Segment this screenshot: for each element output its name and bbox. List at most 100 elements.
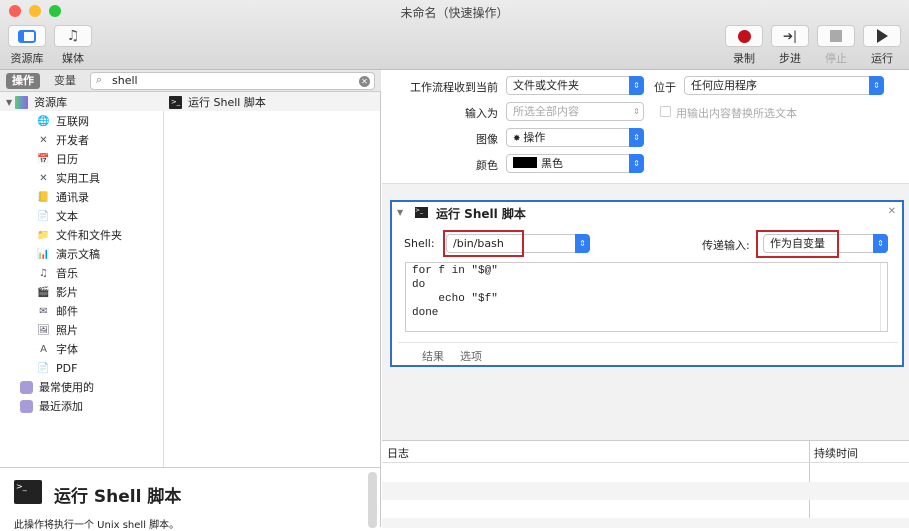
tree-label: 文本: [56, 210, 78, 223]
tree-label: 实用工具: [56, 172, 100, 185]
script-editor[interactable]: for f in "$@" do echo "$f" done: [405, 262, 888, 332]
play-icon: [876, 29, 888, 43]
tab-results[interactable]: 结果: [422, 348, 444, 364]
collapse-triangle-icon[interactable]: ▼: [397, 208, 403, 217]
tree-item-recently-added[interactable]: 最近添加: [0, 397, 163, 416]
application-popup[interactable]: 任何应用程序 ⇕: [684, 76, 884, 95]
tree-label: 开发者: [56, 134, 89, 147]
terminal-icon: >_: [415, 207, 428, 218]
description-scrollbar[interactable]: [368, 472, 377, 528]
record-label: 录制: [733, 52, 755, 65]
category-icon: 📒: [37, 192, 50, 203]
shell-label: Shell:: [404, 237, 435, 250]
tree-item[interactable]: 📄 PDF: [0, 359, 163, 378]
replace-label: 用输出内容替换所选文本: [676, 107, 797, 120]
tree-item[interactable]: ✉ 邮件: [0, 302, 163, 321]
tree-item[interactable]: 📄 文本: [0, 207, 163, 226]
replace-checkbox[interactable]: [660, 106, 671, 117]
tree-item-most-used[interactable]: 最常使用的: [0, 378, 163, 397]
tree-label: 日历: [56, 153, 78, 166]
tree-label: PDF: [56, 362, 78, 375]
action-result-run-shell-script[interactable]: >_ 运行 Shell 脚本: [169, 93, 266, 112]
category-icon: 📅: [37, 154, 50, 165]
tree-item[interactable]: A 字体: [0, 340, 163, 359]
color-swatch: [513, 157, 537, 168]
category-icon: 🎬: [37, 287, 50, 298]
tree-item[interactable]: 📒 通讯录: [0, 188, 163, 207]
window-toolbar: 未命名（快速操作） 资源库 ♫ 媒体 录制 ➔| 步进 停止 运行: [0, 0, 909, 70]
clear-search-icon[interactable]: ✕: [359, 76, 370, 87]
tree-item[interactable]: 🎬 影片: [0, 283, 163, 302]
pass-input-highlight-box: [756, 230, 839, 258]
category-icon: 📄: [37, 211, 50, 222]
search-field[interactable]: ⌕ shell ✕: [90, 72, 375, 90]
tree-item[interactable]: ♫ 音乐: [0, 264, 163, 283]
close-action-icon[interactable]: ✕: [888, 206, 896, 217]
category-icon: ✕: [39, 135, 48, 146]
tree-item[interactable]: ✕ 开发者: [0, 131, 163, 150]
smart-folder-icon: [20, 400, 33, 413]
action-title: 运行 Shell 脚本: [436, 207, 526, 221]
log-column-header[interactable]: 日志: [387, 445, 409, 461]
chevron-updown-icon: ⇕: [869, 76, 884, 95]
step-label: 步进: [779, 52, 801, 65]
color-popup[interactable]: 黑色 ⇕: [506, 154, 644, 173]
category-icon: A: [40, 344, 47, 355]
image-popup[interactable]: ✸ 操作 ⇕: [506, 128, 644, 147]
action-run-shell-script[interactable]: ▼ >_ 运行 Shell 脚本 ✕ Shell: /bin/bash ⇕ 传递输…: [390, 200, 904, 367]
media-button[interactable]: ♫: [54, 25, 92, 47]
input-label: 输入为: [465, 107, 498, 120]
category-icon: 📊: [37, 249, 50, 260]
tree-root-library[interactable]: ▼ 资源库: [0, 93, 163, 112]
tree-label: 邮件: [56, 305, 78, 318]
category-icon: ♫: [39, 268, 48, 279]
step-button[interactable]: ➔|: [771, 25, 809, 47]
chevron-updown-icon: ⇕: [633, 107, 640, 116]
tab-variables[interactable]: 变量: [48, 73, 82, 89]
tree-item[interactable]: 🖼 照片: [0, 321, 163, 340]
input-popup[interactable]: 所选全部内容 ⇕: [506, 102, 644, 121]
category-icon: ✕: [39, 173, 48, 184]
library-tabs: 操作 变量 ⌕ shell ✕: [0, 70, 381, 92]
description-panel: >_ 运行 Shell 脚本 此操作将执行一个 Unix shell 脚本。: [0, 467, 380, 531]
tree-label: 互联网: [56, 115, 89, 128]
category-icon: ✉: [39, 306, 48, 317]
tree-label: 最常使用的: [39, 381, 94, 394]
shell-highlight-box: [443, 230, 524, 257]
run-button[interactable]: [863, 25, 901, 47]
search-input[interactable]: shell: [112, 74, 138, 87]
chevron-updown-icon: ⇕: [629, 154, 644, 173]
duration-column-header[interactable]: 持续时间: [814, 445, 858, 461]
category-icon: 📁: [37, 230, 50, 241]
search-icon: ⌕: [96, 73, 103, 86]
receives-popup[interactable]: 文件或文件夹 ⇕: [506, 76, 644, 95]
tree-label: 影片: [56, 286, 78, 299]
tree-label: 音乐: [56, 267, 78, 280]
tree-label: 照片: [56, 324, 78, 337]
tree-item[interactable]: 🌐 互联网: [0, 112, 163, 131]
tree-item[interactable]: 📅 日历: [0, 150, 163, 169]
window-title: 未命名（快速操作）: [400, 6, 509, 20]
tree-label: 字体: [56, 343, 78, 356]
tab-options[interactable]: 选项: [460, 348, 482, 364]
chevron-updown-icon: ⇕: [575, 234, 590, 253]
record-button[interactable]: [725, 25, 763, 47]
workflow-area: 工作流程收到当前 文件或文件夹 ⇕ 位于 任何应用程序 ⇕ 输入为 所选全部内容 ⇕ …: [382, 70, 909, 440]
description-text: 此操作将执行一个 Unix shell 脚本。: [14, 520, 180, 531]
tree-item[interactable]: 📊 演示文稿: [0, 245, 163, 264]
log-table: 日志 持续时间: [382, 440, 909, 528]
tree-item[interactable]: ✕ 实用工具: [0, 169, 163, 188]
media-label: 媒体: [62, 52, 84, 65]
tree-label: 资源库: [34, 96, 68, 109]
library-icon: [15, 96, 29, 109]
category-icon: 🌐: [37, 116, 50, 127]
receives-label: 工作流程收到当前: [410, 81, 498, 94]
log-row: [382, 482, 909, 500]
sidebar-icon: [18, 29, 36, 43]
tree-item[interactable]: 📁 文件和文件夹: [0, 226, 163, 245]
stop-button[interactable]: [817, 25, 855, 47]
tab-actions[interactable]: 操作: [6, 73, 40, 89]
image-label: 图像: [476, 133, 498, 146]
disclosure-triangle-icon[interactable]: ▼: [6, 93, 12, 112]
library-button[interactable]: [8, 25, 46, 47]
